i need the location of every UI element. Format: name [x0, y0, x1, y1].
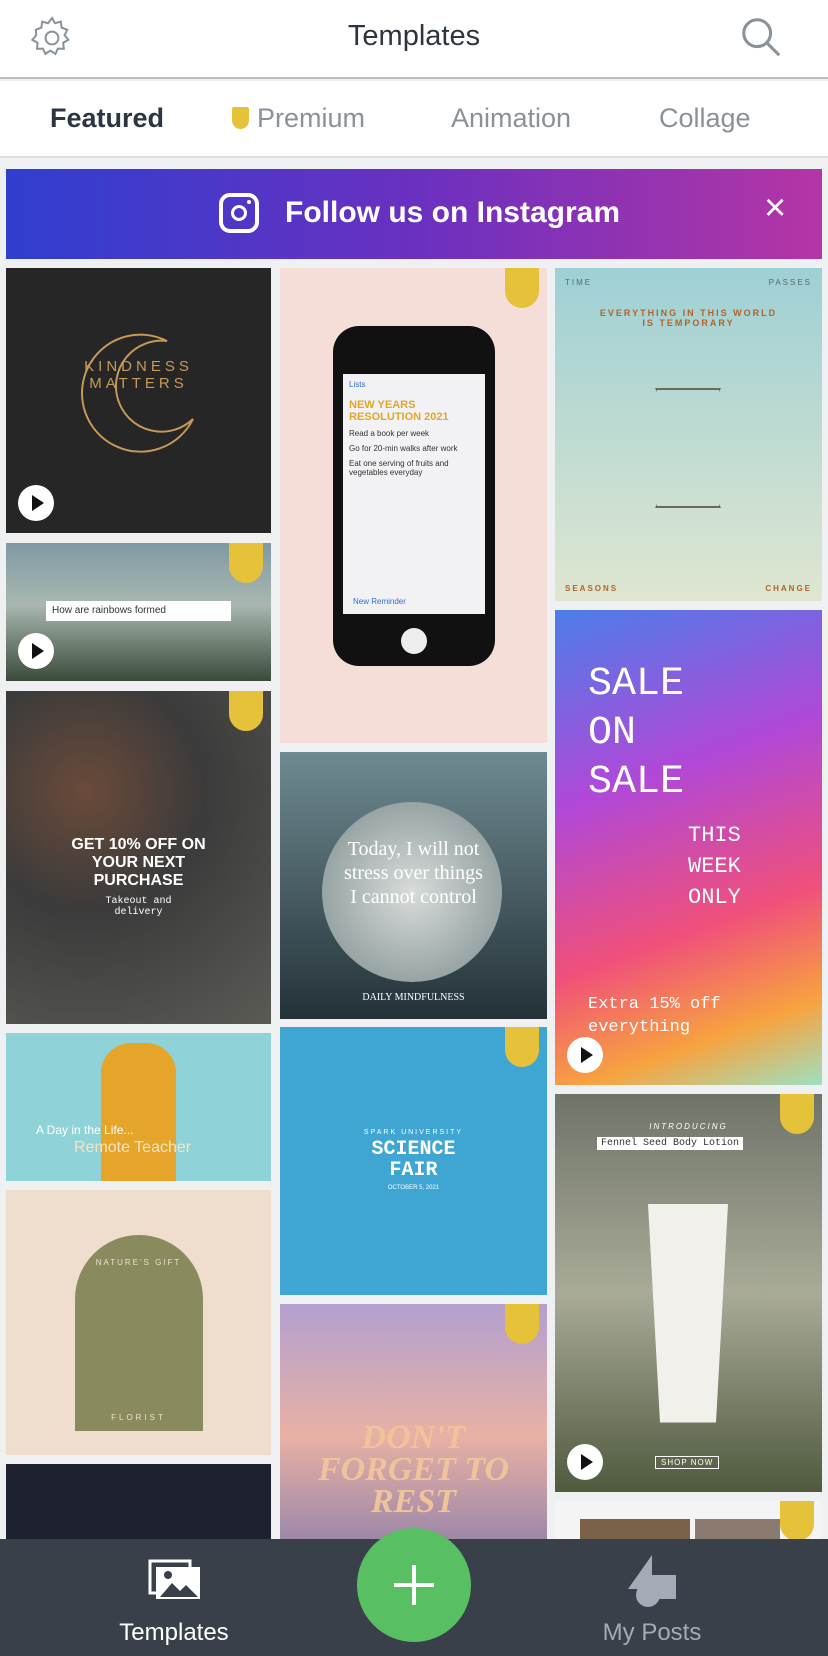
tab-premium[interactable]: Premium	[232, 103, 365, 134]
play-icon	[567, 1037, 603, 1073]
template-text: Extra 15% off everything	[588, 995, 721, 1037]
hourglass-icon	[655, 388, 721, 508]
template-text: How are rainbows formed	[46, 601, 231, 621]
template-everything-temporary[interactable]: TIME PASSES EVERYTHING IN THIS WORLD IS …	[555, 268, 822, 601]
template-text: Eat one serving of fruits and vegetables…	[349, 459, 449, 477]
template-text: SCIENCE FAIR	[371, 1138, 456, 1182]
instagram-icon	[219, 193, 259, 233]
page-title: Templates	[347, 20, 481, 52]
template-florist[interactable]: NATURE'S GIFT FLORIST	[6, 1190, 271, 1455]
template-resolution-phone[interactable]: Lists NEW YEARS RESOLUTION 2021 Read a b…	[280, 268, 547, 743]
play-icon	[18, 485, 54, 521]
tab-featured[interactable]: Featured	[50, 103, 164, 134]
template-text: TIME	[565, 278, 593, 287]
template-lotion[interactable]: INTRODUCING Fennel Seed Body Lotion SHOP…	[555, 1094, 822, 1492]
template-text: THIS WEEK ONLY	[688, 823, 741, 910]
premium-badge-icon	[505, 1304, 539, 1344]
template-food-discount[interactable]: GET 10% OFF ON YOUR NEXT PURCHASE Takeou…	[6, 691, 271, 1024]
premium-shield-icon	[232, 107, 249, 129]
nav-templates-label: Templates	[119, 1619, 229, 1646]
template-text: Read a book per week	[349, 429, 430, 438]
template-dont-forget-to-rest[interactable]: DON'T FORGET TO REST	[280, 1304, 547, 1544]
premium-badge-icon	[780, 1501, 814, 1541]
template-science-fair[interactable]: SPARK UNIVERSITY SCIENCE FAIR OCTOBER 5,…	[280, 1027, 547, 1295]
template-text: New Reminder	[353, 597, 406, 606]
nav-my-posts-label: My Posts	[602, 1619, 702, 1646]
template-text: A Day in the Life...	[36, 1123, 134, 1137]
lotion-tube-image	[648, 1204, 728, 1423]
template-sale-on-sale[interactable]: SALE ON SALE THIS WEEK ONLY Extra 15% of…	[555, 610, 822, 1085]
template-text: OCTOBER 5, 2021	[387, 1185, 440, 1191]
tab-collage[interactable]: Collage	[659, 103, 751, 134]
template-text: Today, I will not stress over things I c…	[344, 838, 483, 908]
template-text: CHANGE	[765, 584, 812, 593]
template-text: SPARK UNIVERSITY	[363, 1129, 464, 1136]
category-tabs: Featured Premium Animation Collage	[0, 81, 828, 158]
instagram-banner[interactable]: Follow us on Instagram ×	[6, 169, 822, 259]
template-text: Takeout and delivery	[105, 896, 172, 918]
banner-text: Follow us on Instagram	[285, 196, 621, 229]
premium-badge-icon	[229, 543, 263, 583]
play-icon	[567, 1444, 603, 1480]
create-post-button[interactable]	[357, 1528, 471, 1642]
template-text: SALE ON SALE	[588, 662, 685, 805]
top-bar: Templates	[0, 0, 828, 79]
template-mindfulness[interactable]: Today, I will not stress over things I c…	[280, 752, 547, 1019]
template-rainbow[interactable]: How are rainbows formed	[6, 543, 271, 681]
template-text: EVERYTHING IN THIS WORLD IS TEMPORARY	[599, 308, 778, 328]
template-dark[interactable]	[6, 1464, 271, 1544]
moon-flower-icon	[81, 333, 194, 453]
premium-badge-icon	[229, 691, 263, 731]
tab-animation[interactable]: Animation	[451, 103, 571, 134]
person-image	[101, 1043, 176, 1181]
close-icon[interactable]: ×	[764, 187, 786, 230]
template-remote-teacher[interactable]: A Day in the Life... Remote Teacher	[6, 1033, 271, 1181]
template-text: SHOP NOW	[655, 1456, 720, 1469]
phone-image: Lists NEW YEARS RESOLUTION 2021 Read a b…	[333, 326, 495, 666]
premium-badge-icon	[505, 1027, 539, 1067]
play-icon	[18, 633, 54, 669]
template-text: SEASONS	[565, 584, 619, 593]
premium-badge-icon	[505, 268, 539, 308]
template-text: GET 10% OFF ON YOUR NEXT PURCHASE	[71, 836, 206, 889]
template-text: Remote Teacher	[74, 1139, 192, 1156]
template-text: DON'T FORGET TO REST	[317, 1419, 510, 1520]
template-text: Fennel Seed Body Lotion	[597, 1137, 744, 1150]
search-icon[interactable]	[738, 14, 784, 60]
premium-badge-icon	[780, 1094, 814, 1134]
template-text: NEW YEARS RESOLUTION 2021	[349, 399, 449, 423]
templates-icon	[148, 1559, 200, 1599]
template-text: Lists	[349, 380, 366, 389]
tab-premium-label: Premium	[257, 103, 366, 133]
template-text: DAILY MINDFULNESS	[362, 992, 465, 1003]
template-text: NATURE'S GIFT	[95, 1258, 182, 1267]
template-text: PASSES	[768, 278, 812, 287]
template-kindness-matters[interactable]: KINDNESS MATTERS	[6, 268, 271, 533]
template-text: Go for 20-min walks after work	[349, 444, 458, 453]
template-text: FLORIST	[111, 1413, 166, 1422]
shapes-icon	[628, 1555, 676, 1607]
